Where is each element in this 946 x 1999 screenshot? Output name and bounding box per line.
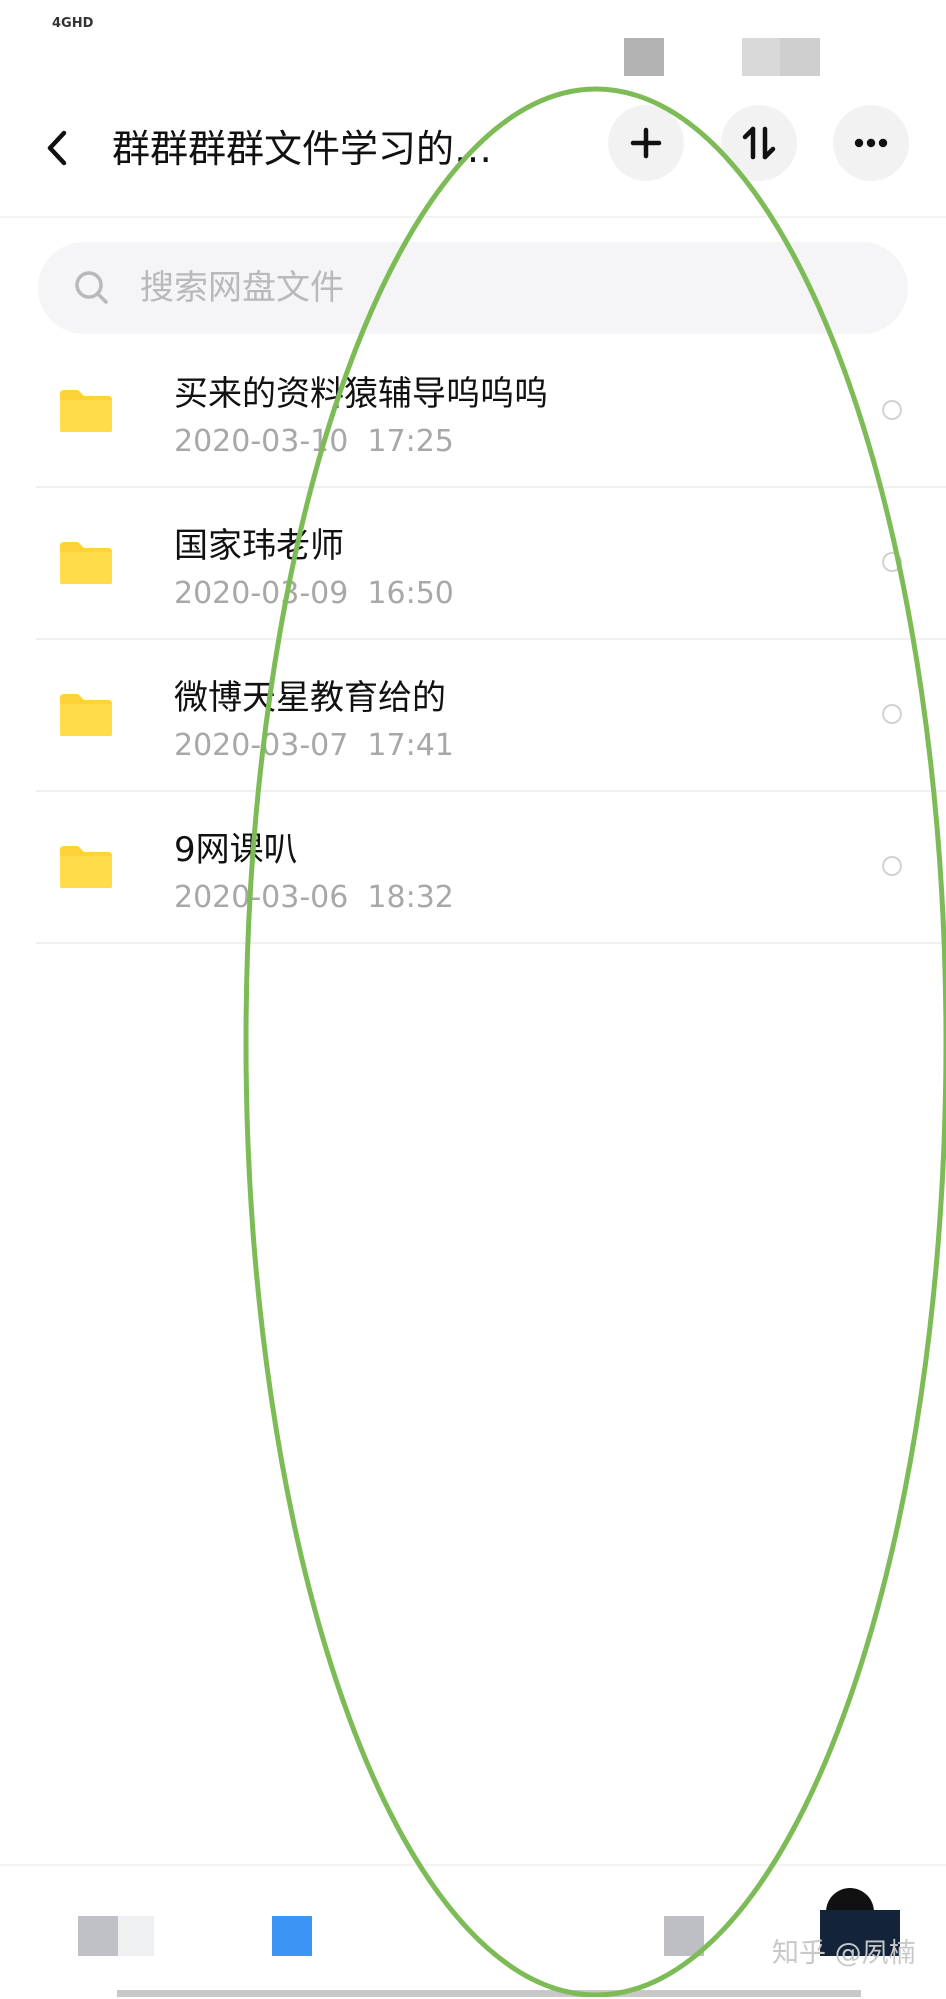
folder-icon [60, 846, 112, 888]
sort-arrows-icon [742, 126, 776, 160]
back-button[interactable] [38, 120, 86, 176]
page-title: 群群群群文件学习的… [112, 127, 493, 171]
search-placeholder: 搜索网盘文件 [140, 268, 344, 308]
tab-icon-blurred[interactable] [664, 1916, 704, 1956]
home-indicator [117, 1990, 861, 1997]
header: 群群群群文件学习的… [0, 80, 946, 218]
file-date: 2020-03-07 17:41 [174, 728, 454, 763]
select-checkbox[interactable] [882, 552, 902, 572]
file-date: 2020-03-10 17:25 [174, 424, 454, 459]
search-input[interactable]: 搜索网盘文件 [38, 242, 908, 334]
folder-icon [60, 390, 112, 432]
list-item[interactable]: 微博天星教育给的 2020-03-07 17:41 [0, 640, 946, 792]
add-button[interactable] [608, 105, 684, 181]
file-list: 买来的资料猿辅导呜呜呜 2020-03-10 17:25 国家玮老师 2020-… [0, 336, 946, 944]
file-date: 2020-03-09 16:50 [174, 576, 454, 611]
list-item[interactable]: 国家玮老师 2020-03-09 16:50 [0, 488, 946, 640]
chevron-left-icon [47, 130, 67, 166]
file-name: 买来的资料猿辅导呜呜呜 [174, 374, 548, 414]
select-checkbox[interactable] [882, 856, 902, 876]
status-icon-blurred [742, 38, 820, 76]
list-item[interactable]: 买来的资料猿辅导呜呜呜 2020-03-10 17:25 [0, 336, 946, 488]
folder-icon [60, 694, 112, 736]
sort-button[interactable] [721, 105, 797, 181]
folder-icon [60, 542, 112, 584]
file-name: 国家玮老师 [174, 526, 344, 566]
status-icon-blurred [624, 38, 664, 76]
list-item[interactable]: 9网课叭 2020-03-06 18:32 [0, 792, 946, 944]
more-button[interactable] [833, 105, 909, 181]
search-icon [75, 271, 108, 304]
signal-indicator: 4GHD [52, 16, 94, 31]
ellipsis-icon [854, 138, 888, 148]
bottom-tab-bar [0, 1864, 946, 1999]
select-checkbox[interactable] [882, 400, 902, 420]
tab-icon-blurred [826, 1888, 874, 1912]
select-checkbox[interactable] [882, 704, 902, 724]
file-name: 9网课叭 [174, 830, 298, 870]
tab-icon-blurred[interactable] [272, 1916, 312, 1956]
file-date: 2020-03-06 18:32 [174, 880, 454, 915]
plus-icon [630, 127, 662, 159]
watermark: 知乎 @夙楠 [772, 1938, 916, 1969]
tab-icon-blurred[interactable] [78, 1916, 154, 1956]
status-bar: 4GHD [0, 0, 946, 80]
file-name: 微博天星教育给的 [174, 678, 446, 718]
